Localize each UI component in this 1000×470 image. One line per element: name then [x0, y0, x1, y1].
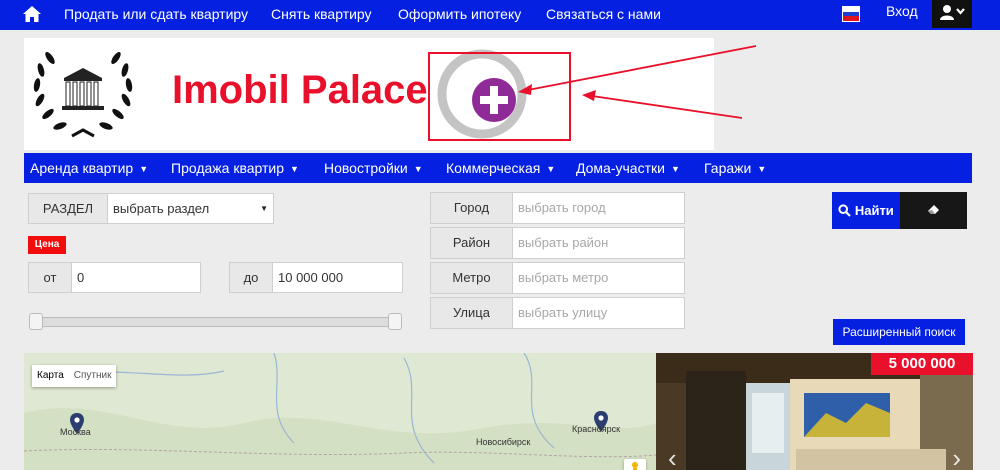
- nav-contact[interactable]: Связаться с нами: [546, 6, 661, 22]
- category-label: Дома-участки: [576, 160, 665, 176]
- category-commercial[interactable]: Коммерческая ▼: [446, 160, 555, 176]
- top-bar: Продать или сдать квартиру Снять квартир…: [0, 0, 1000, 30]
- chevron-left-icon[interactable]: ‹: [668, 443, 677, 470]
- chevron-down-icon: ▼: [139, 164, 149, 175]
- price-to-label: до: [229, 262, 273, 293]
- price-from-input[interactable]: 0: [71, 262, 201, 293]
- city-placeholder: выбрать город: [518, 200, 606, 215]
- category-garages[interactable]: Гаражи ▼: [704, 160, 766, 176]
- category-label: Коммерческая: [446, 160, 541, 176]
- category-label: Новостройки: [324, 160, 408, 176]
- map-type-map[interactable]: Карта: [32, 365, 69, 387]
- map-city-label: Новосибирск: [476, 437, 531, 447]
- map-type-control: Карта Спутник: [32, 365, 117, 387]
- price-slider[interactable]: [30, 317, 402, 327]
- advanced-search-button[interactable]: Расширенный поиск: [833, 319, 965, 345]
- map-type-satellite[interactable]: Спутник: [69, 365, 117, 387]
- category-rent-apartments[interactable]: Аренда квартир ▼: [30, 160, 148, 176]
- eraser-icon: [927, 205, 939, 214]
- city-label: Город: [430, 192, 513, 224]
- listing-price: 5 000 000: [871, 353, 973, 375]
- metro-label: Метро: [430, 262, 513, 294]
- category-nav: Аренда квартир ▼ Продажа квартир ▼ Новостр…: [24, 153, 972, 183]
- category-new-buildings[interactable]: Новостройки ▼: [324, 160, 423, 176]
- metro-placeholder: выбрать метро: [518, 270, 609, 285]
- search-button-label: Найти: [854, 203, 894, 218]
- section-select-value: выбрать раздел: [113, 201, 210, 216]
- category-label: Гаражи: [704, 160, 752, 176]
- district-input[interactable]: выбрать район: [512, 227, 685, 259]
- chevron-right-icon[interactable]: ›: [952, 443, 961, 470]
- logo[interactable]: [26, 40, 140, 146]
- user-menu-button[interactable]: [932, 0, 972, 28]
- category-sale-apartments[interactable]: Продажа квартир ▼: [171, 160, 299, 176]
- map-city-label: Красноярск: [572, 424, 621, 434]
- section-select[interactable]: выбрать раздел ▼: [107, 193, 274, 224]
- district-placeholder: выбрать район: [518, 235, 609, 250]
- price-badge: Цена: [28, 236, 66, 254]
- city-input[interactable]: выбрать город: [512, 192, 685, 224]
- map-terrain: [24, 353, 656, 470]
- price-from-value: 0: [77, 270, 85, 285]
- pegman-icon[interactable]: [624, 459, 646, 470]
- nav-sell-or-rent[interactable]: Продать или сдать квартиру: [64, 6, 248, 22]
- chevron-down-icon: ▼: [757, 164, 767, 175]
- flag-icon[interactable]: [842, 6, 860, 22]
- price-slider-min-handle[interactable]: [29, 313, 43, 330]
- chevron-down-icon: ▼: [413, 164, 423, 175]
- metro-input[interactable]: выбрать метро: [512, 262, 685, 294]
- clear-button[interactable]: [900, 192, 967, 229]
- brand-title: Imobil Palace: [172, 68, 428, 112]
- price-to-value: 10 000 000: [278, 270, 344, 285]
- price-to-input[interactable]: 10 000 000: [272, 262, 403, 293]
- category-label: Аренда квартир: [30, 160, 134, 176]
- nav-mortgage[interactable]: Оформить ипотеку: [398, 6, 521, 22]
- map-city-label: Москва: [60, 427, 91, 437]
- category-label: Продажа квартир: [171, 160, 285, 176]
- price-from-label: от: [28, 262, 72, 293]
- home-icon[interactable]: [22, 5, 42, 23]
- user-icon: [940, 5, 965, 20]
- street-input[interactable]: выбрать улицу: [512, 297, 685, 329]
- price-slider-max-handle[interactable]: [388, 313, 402, 330]
- chevron-down-icon: ▼: [670, 164, 680, 175]
- map[interactable]: Карта Спутник Москва Новосибирск Краснояр…: [24, 353, 656, 470]
- search-button[interactable]: Найти: [832, 192, 900, 229]
- section-label: РАЗДЕЛ: [28, 193, 108, 224]
- nav-rent-apartment[interactable]: Снять квартиру: [271, 6, 372, 22]
- select-caret-icon: ▼: [260, 204, 268, 213]
- login-link[interactable]: Вход: [886, 3, 918, 19]
- chevron-down-icon: ▼: [290, 164, 299, 175]
- chevron-down-icon: ▼: [546, 164, 556, 175]
- district-label: Район: [430, 227, 513, 259]
- category-houses-plots[interactable]: Дома-участки ▼: [576, 160, 680, 176]
- street-label: Улица: [430, 297, 513, 329]
- listing-photo[interactable]: 5 000 000 ‹ ›: [656, 353, 973, 470]
- annotation-arrows: [518, 45, 757, 119]
- street-placeholder: выбрать улицу: [518, 305, 608, 320]
- search-icon: [838, 204, 851, 217]
